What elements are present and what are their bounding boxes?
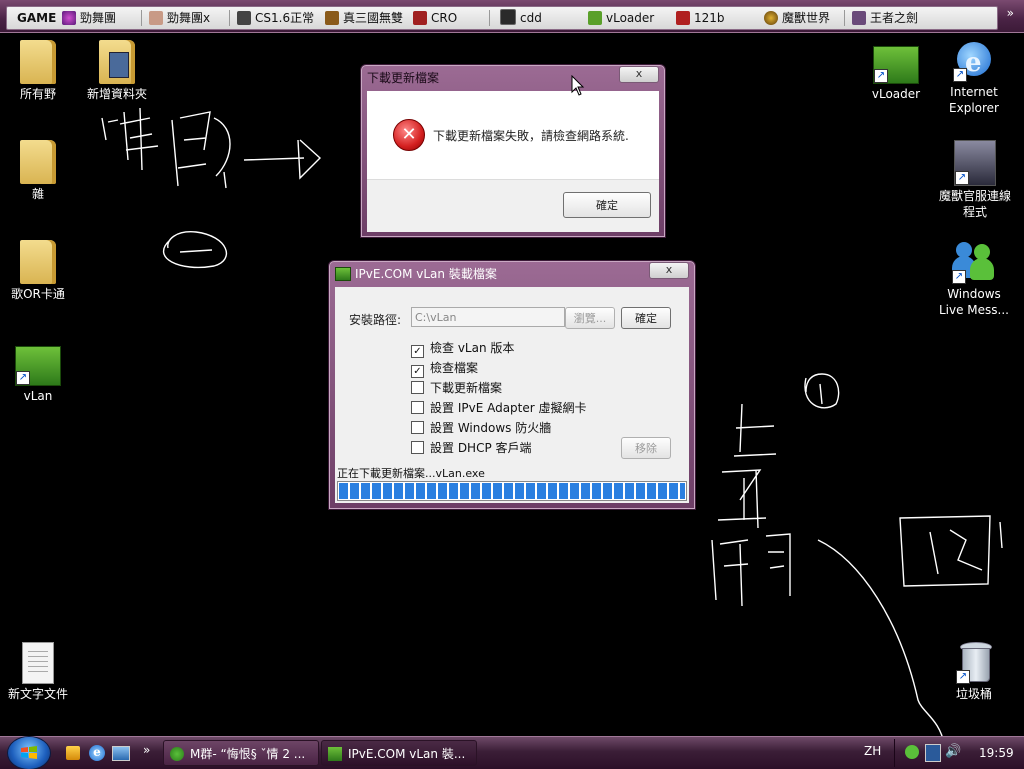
install-status-text: 正在下載更新檔案...vLan.exe <box>337 467 485 480</box>
scribble-character <box>717 469 767 529</box>
installer-dialog-body: 安裝路徑: 瀏覽... 確定 ✓檢查 vLan 版本 ✓檢查檔案 下載更新檔案 … <box>335 287 689 503</box>
install-path-label: 安裝路徑: <box>349 313 402 327</box>
checkbox-box <box>411 401 424 414</box>
scribble-character <box>899 515 1003 587</box>
error-dialog-close-button[interactable]: x <box>619 66 659 83</box>
volume-icon[interactable]: 🔊 <box>945 744 961 760</box>
error-dialog: 下載更新檔案 x ✕ 下載更新檔案失敗，請檢查網路系統. 確定 <box>360 64 666 238</box>
taskbar-task-messenger[interactable]: M群- “悔恨§ ˇ情 2 ... <box>163 740 319 766</box>
error-button-area: 確定 <box>367 179 659 232</box>
checkbox-box <box>411 381 424 394</box>
browse-button[interactable]: 瀏覽... <box>565 307 615 329</box>
error-dialog-title: 下載更新檔案 <box>367 71 440 85</box>
scribble-oval <box>162 231 227 269</box>
error-message: 下載更新檔案失敗，請檢查網路系統. <box>433 129 629 143</box>
system-tray: 🔊 19:59 <box>894 739 1021 767</box>
media-player-icon[interactable] <box>66 746 80 760</box>
taskbar: e » M群- “悔恨§ ˇ情 2 ... IPvE.COM vLan 裝...… <box>0 736 1024 769</box>
error-message-area: ✕ 下載更新檔案失敗，請檢查網路系統. <box>367 91 659 179</box>
checkbox-setup-adapter[interactable]: 設置 IPvE Adapter 虛擬網卡 <box>411 401 587 415</box>
checkbox-check-files[interactable]: ✓ 檢查檔案 <box>411 361 478 378</box>
scribble-character <box>711 533 791 607</box>
vlan-task-icon <box>328 747 342 761</box>
start-button[interactable] <box>8 737 50 769</box>
checkbox-download-updates[interactable]: 下載更新檔案 <box>411 381 502 395</box>
scribble-line <box>817 539 945 745</box>
vlan-app-icon <box>335 267 351 281</box>
remove-button[interactable]: 移除 <box>621 437 671 459</box>
installer-dialog-title: IPvE.COM vLan 裝載檔案 <box>355 267 497 281</box>
messenger-task-icon <box>170 747 184 761</box>
messenger-tray-icon[interactable] <box>905 745 919 759</box>
install-progress-fill <box>339 483 685 499</box>
scribble-character <box>101 107 159 171</box>
mouse-cursor-icon <box>571 75 585 96</box>
install-progress-bar <box>337 481 687 501</box>
language-indicator[interactable]: ZH <box>864 744 881 758</box>
error-icon: ✕ <box>393 119 425 151</box>
scribble-character <box>171 111 231 189</box>
checkbox-box <box>411 441 424 454</box>
checkbox-box: ✓ <box>411 365 424 378</box>
ie-quicklaunch-icon[interactable]: e <box>89 745 105 761</box>
installer-dialog: IPvE.COM vLan 裝載檔案 x 安裝路徑: 瀏覽... 確定 ✓檢查 … <box>328 260 696 510</box>
checkbox-setup-firewall[interactable]: 設置 Windows 防火牆 <box>411 421 551 435</box>
scribble-circle <box>804 373 840 409</box>
taskbar-task-vlan-installer[interactable]: IPvE.COM vLan 裝... <box>321 740 477 766</box>
network-tray-icon[interactable] <box>925 744 941 762</box>
ok-button[interactable]: 確定 <box>563 192 651 218</box>
confirm-path-button[interactable]: 確定 <box>621 307 671 329</box>
scribble-character <box>733 403 777 457</box>
checkbox-box: ✓ <box>411 345 424 358</box>
install-path-input[interactable] <box>411 307 565 327</box>
show-desktop-icon[interactable] <box>112 746 130 761</box>
windows-logo-icon <box>21 746 37 759</box>
error-dialog-body: ✕ 下載更新檔案失敗，請檢查網路系統. 確定 <box>367 91 659 232</box>
checkbox-check-version[interactable]: ✓ 檢查 vLan 版本 <box>411 341 514 358</box>
checkbox-setup-dhcp[interactable]: 設置 DHCP 客戶端 <box>411 441 532 455</box>
clock[interactable]: 19:59 <box>979 746 1014 760</box>
installer-dialog-close-button[interactable]: x <box>649 262 689 279</box>
scribble-arrow <box>243 139 322 180</box>
checkbox-box <box>411 421 424 434</box>
quicklaunch-more-chevron-icon[interactable]: » <box>143 743 150 757</box>
